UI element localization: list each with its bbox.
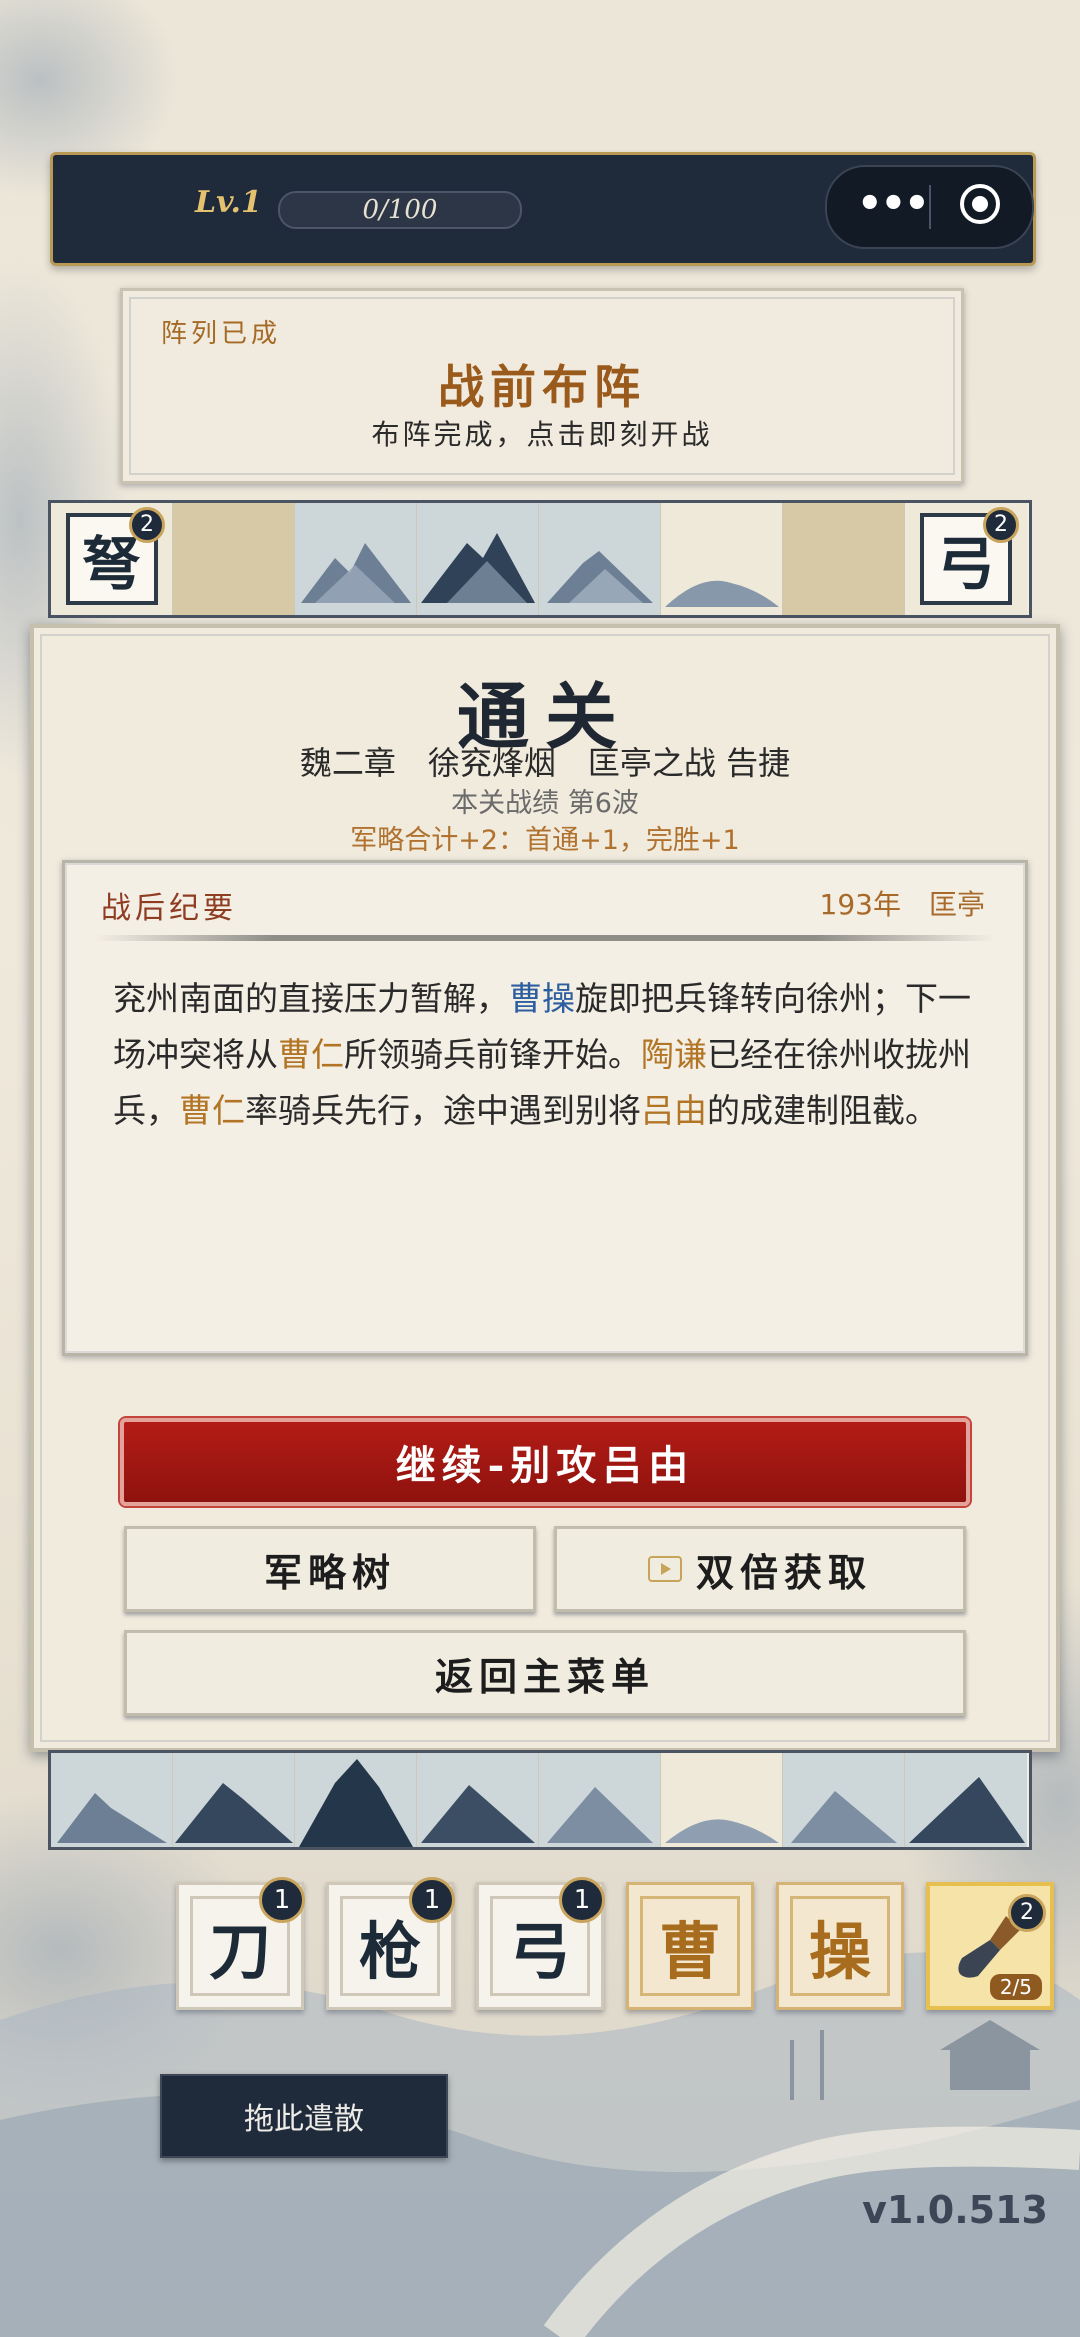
more-menu-icon[interactable]: ••• <box>857 184 930 225</box>
double-reward-label: 双倍获取 <box>695 1549 872 1595</box>
battlefield-top-row: 弩 2 弓 2 <box>48 500 1032 618</box>
mountain-icon <box>301 543 411 603</box>
unit-count-badge: 2 <box>983 507 1019 543</box>
mountain-icon <box>547 551 653 603</box>
chapter-label: 魏二章 徐兖烽烟 匡亭之战 告捷 <box>299 744 791 782</box>
bench-card-hero-cao-2[interactable]: 操 <box>776 1882 904 2010</box>
formation-status-tag: 阵列已成 <box>161 319 282 349</box>
tile-mountain[interactable] <box>539 503 661 615</box>
tile-right-unit[interactable]: 弓 2 <box>905 503 1027 615</box>
unit-count-badge: 1 <box>409 1877 455 1923</box>
notes-segment: 率骑兵先行，途中遇到别将 <box>245 1091 641 1130</box>
formation-banner[interactable]: 阵列已成 战前布阵 布阵完成，点击即刻开战 <box>120 288 964 484</box>
name-lvyou: 吕由 <box>641 1091 707 1130</box>
mountain-icon <box>175 1783 293 1843</box>
tile-mountain[interactable] <box>783 1753 905 1847</box>
tile-left-unit[interactable]: 弩 2 <box>51 503 173 615</box>
bench-card-hero-cao[interactable]: 曹 <box>626 1882 754 2010</box>
bench-card-blade[interactable]: 刀 1 <box>176 1877 305 2010</box>
mountain-icon <box>421 1785 535 1843</box>
name-caoren: 曹仁 <box>278 1035 344 1074</box>
notes-heading: 战后纪要 <box>101 891 237 926</box>
miniprogram-capsule: ••• <box>825 165 1034 249</box>
tile-mountain[interactable] <box>295 503 417 615</box>
mountain-icon <box>57 1793 167 1843</box>
main-menu-button[interactable]: 返回主菜单 <box>124 1630 966 1716</box>
victory-panel: 通关 魏二章 徐兖烽烟 匡亭之战 告捷 本关战绩 第6波 军略合计+2：首通+1… <box>30 624 1060 1752</box>
bench-hero-glyph: 曹 <box>640 1896 740 1996</box>
wave-record: 本关战绩 第6波 <box>451 788 639 819</box>
notes-date: 193年 匡亭 <box>819 888 985 921</box>
tile-mountain[interactable] <box>295 1753 417 1847</box>
bench-hero-glyph: 操 <box>790 1896 890 1996</box>
close-target-icon[interactable] <box>960 184 1000 224</box>
xp-progress-bar: 0/100 <box>278 191 522 229</box>
notes-segment: 的成建制阻截。 <box>707 1091 938 1130</box>
tile-mountain[interactable] <box>173 1753 295 1847</box>
bench-card-bow[interactable]: 弓 1 <box>476 1877 605 2010</box>
notes-segment: 兖州南面的直接压力暂解， <box>113 979 509 1018</box>
unit-count-badge: 1 <box>259 1877 305 1923</box>
double-reward-button[interactable]: 双倍获取 <box>554 1526 966 1612</box>
version-label: v1.0.513 <box>862 2188 1048 2232</box>
tile-plain[interactable] <box>661 1753 783 1847</box>
strategy-points: 军略合计+2：首通+1，完胜+1 <box>350 825 740 856</box>
discard-drop-zone[interactable]: 拖此遣散 <box>160 2074 448 2158</box>
battlefield-bottom-row <box>48 1750 1032 1850</box>
tile-sand[interactable] <box>783 503 905 615</box>
tool-uses-label: 2/5 <box>989 1974 1042 2000</box>
tile-mountain[interactable] <box>417 503 539 615</box>
continue-button[interactable]: 继续-别攻吕由 <box>120 1418 970 1506</box>
level-label: Lv.1 <box>195 185 262 220</box>
tool-count-badge: 2 <box>1008 1894 1046 1932</box>
hill-icon <box>665 1819 779 1843</box>
tile-mountain[interactable] <box>539 1753 661 1847</box>
tile-mountain[interactable] <box>905 1753 1027 1847</box>
ink-divider <box>95 935 995 941</box>
mountain-icon <box>421 533 535 603</box>
strategy-tree-button[interactable]: 军略树 <box>124 1526 536 1612</box>
bench-card-shovel[interactable]: 2 2/5 <box>926 1882 1054 2010</box>
notes-body: 兖州南面的直接压力暂解，曹操旋即把兵锋转向徐州；下一场冲突将从曹仁所领骑兵前锋开… <box>113 971 993 1139</box>
hill-icon <box>665 580 779 607</box>
mountain-icon <box>547 1787 653 1843</box>
video-play-icon <box>647 1556 682 1582</box>
tile-sand[interactable] <box>173 503 295 615</box>
mountain-icon <box>791 1791 897 1843</box>
formation-subtitle: 布阵完成，点击即刻开战 <box>371 418 713 451</box>
battle-notes-card: 战后纪要 193年 匡亭 兖州南面的直接压力暂解，曹操旋即把兵锋转向徐州；下一场… <box>62 860 1028 1356</box>
name-caoren: 曹仁 <box>179 1091 245 1130</box>
capsule-divider <box>929 185 931 229</box>
name-taoqian: 陶谦 <box>641 1035 707 1074</box>
mountain-icon <box>909 1777 1025 1843</box>
tile-mountain[interactable] <box>417 1753 539 1847</box>
notes-segment: 所领骑兵前锋开始。 <box>344 1035 641 1074</box>
bench-card-spear[interactable]: 枪 1 <box>326 1877 455 2010</box>
unit-count-badge: 2 <box>129 507 165 543</box>
mountain-icon <box>299 1759 413 1847</box>
unit-count-badge: 1 <box>559 1877 605 1923</box>
name-caocao: 曹操 <box>509 979 575 1018</box>
top-status-bar: Lv.1 0/100 ••• <box>50 152 1036 266</box>
formation-title: 战前布阵 <box>438 360 646 414</box>
tile-mountain[interactable] <box>51 1753 173 1847</box>
tile-plain[interactable] <box>661 503 783 615</box>
